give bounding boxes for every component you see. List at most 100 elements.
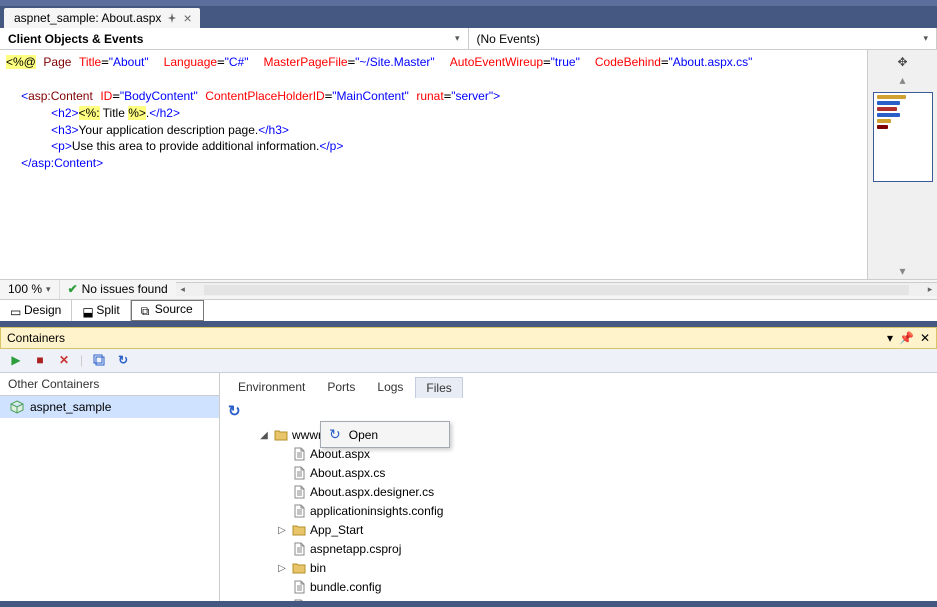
file-icon (292, 542, 306, 556)
e: <%: (79, 106, 100, 120)
view-tab-source[interactable]: ⧉Source (131, 300, 204, 321)
zoom-level[interactable]: 100 % ▾ (0, 280, 60, 299)
txt: Your application description page. (79, 123, 259, 137)
start-button[interactable]: ▶ (8, 352, 24, 368)
item-name: About.aspx.designer.cs (310, 485, 434, 499)
issues-text: No issues found (82, 282, 168, 296)
a: runat (416, 89, 443, 103)
tab-logs[interactable]: Logs (367, 377, 413, 398)
v: "true" (551, 55, 580, 69)
v: "server" (451, 89, 493, 103)
container-name: aspnet_sample (30, 400, 111, 414)
tab-ports[interactable]: Ports (317, 377, 365, 398)
containers-panel-body: Other Containers aspnet_sample Environme… (0, 373, 937, 602)
menu-item-open[interactable]: ↻ Open (321, 422, 449, 447)
file-icon (292, 580, 306, 594)
a: AutoEventWireup (450, 55, 543, 69)
chevron-down-icon: ▾ (923, 33, 928, 44)
design-icon: ▭ (10, 305, 20, 315)
window-bottom-border (0, 601, 937, 607)
events-dropdown[interactable]: (No Events) ▾ (469, 28, 937, 49)
pin-icon[interactable]: 📌 (899, 331, 914, 345)
code-editor[interactable]: <%@ Page Title="About" Language="C#" Mas… (0, 50, 867, 279)
dir-page: Page (43, 55, 71, 69)
t: </asp:Content> (21, 156, 103, 170)
file-icon (292, 485, 306, 499)
tab-files[interactable]: Files (415, 377, 462, 398)
txt: Use this area to provide additional info… (72, 139, 319, 153)
code-minimap[interactable] (873, 92, 933, 182)
document-tab-about[interactable]: aspnet_sample: About.aspx × (4, 8, 200, 28)
a: ContentPlaceHolderID (205, 89, 324, 103)
zoom-text: 100 % (8, 282, 42, 296)
t: <h2> (51, 106, 78, 120)
file-icon (292, 466, 306, 480)
chevron-down-icon: ▾ (46, 284, 51, 295)
refresh-files-button[interactable]: ↻ (228, 403, 241, 420)
close-icon[interactable]: ✕ (920, 331, 930, 345)
containers-panel-header[interactable]: Containers ▾ 📌 ✕ (0, 327, 937, 349)
v: "~/Site.Master" (355, 55, 435, 69)
stop-button[interactable]: ■ (32, 352, 48, 368)
item-name: About.aspx.cs (310, 466, 385, 480)
container-icon (10, 400, 24, 414)
expand-icon[interactable]: ▷ (276, 563, 288, 574)
context-menu: ↻ Open (320, 421, 450, 448)
tree-file[interactable]: aspnetapp.csproj (240, 540, 925, 559)
tab-environment[interactable]: Environment (228, 377, 315, 398)
menu-label: Open (349, 428, 378, 442)
issues-status[interactable]: ✔ No issues found (60, 280, 176, 299)
refresh-button[interactable]: ↻ (115, 352, 131, 368)
item-name: bin (310, 561, 326, 575)
tree-file[interactable]: applicationinsights.config (240, 502, 925, 521)
e: %> (128, 106, 146, 120)
folder-icon (292, 523, 306, 537)
expand-icon[interactable]: ▷ (276, 525, 288, 536)
dir-open: <%@ (6, 55, 36, 69)
client-objects-dropdown[interactable]: Client Objects & Events ▾ (0, 28, 469, 49)
pin-icon[interactable] (167, 13, 177, 23)
containers-toolbar: ▶ ■ ✕ | ↻ (0, 349, 937, 373)
tree-folder[interactable]: ▷ bin (240, 559, 925, 578)
editor-dropdowns: Client Objects & Events ▾ (No Events) ▾ (0, 28, 937, 50)
e: Title (100, 106, 129, 120)
container-detail-tabs: Environment Ports Logs Files (220, 373, 937, 398)
dropdown-label: Client Objects & Events (8, 32, 143, 46)
horizontal-scrollbar[interactable]: ◂▸ (176, 282, 937, 296)
editor-area: <%@ Page Title="About" Language="C#" Mas… (0, 50, 937, 279)
item-name: aspnetapp.csproj (310, 542, 401, 556)
collapse-icon[interactable]: ◢ (258, 430, 270, 441)
editor-right-gutter: ✥ ▴ ▾ (867, 50, 937, 279)
folder-open-icon (274, 428, 288, 442)
file-tree[interactable]: ◢ wwwroot About.aspxAbout.aspx.csAbout.a… (220, 424, 937, 602)
view-tab-design[interactable]: ▭Design (0, 300, 72, 321)
tree-file[interactable]: About.aspx.designer.cs (240, 483, 925, 502)
v: "MainContent" (332, 89, 409, 103)
tree-file[interactable]: About.aspx.cs (240, 464, 925, 483)
t: asp:Content (28, 89, 93, 103)
container-item-aspnet-sample[interactable]: aspnet_sample (0, 396, 219, 418)
copy-button[interactable] (91, 352, 107, 368)
t: <p> (51, 139, 72, 153)
item-name: bundle.config (310, 580, 381, 594)
a: CodeBehind (595, 55, 661, 69)
panel-title: Containers (7, 331, 65, 345)
t: </h3> (258, 123, 289, 137)
split-window-icon[interactable]: ✥ (872, 54, 934, 70)
a: ID (100, 89, 112, 103)
scroll-down-icon[interactable]: ▾ (872, 263, 934, 279)
window-position-icon[interactable]: ▾ (887, 331, 893, 345)
v: "BodyContent" (120, 89, 198, 103)
view-tab-split[interactable]: ⬓Split (72, 300, 130, 321)
close-icon[interactable]: × (183, 13, 191, 23)
file-icon (292, 447, 306, 461)
tree-file[interactable]: bundle.config (240, 578, 925, 597)
containers-main: Environment Ports Logs Files ↻ ◢ wwwroot… (220, 373, 937, 602)
split-icon: ⬓ (82, 305, 92, 315)
scroll-up-icon[interactable]: ▴ (872, 72, 934, 88)
delete-button[interactable]: ✕ (56, 352, 72, 368)
tree-folder[interactable]: ▷App_Start (240, 521, 925, 540)
folder-icon (292, 561, 306, 575)
t: </h2> (149, 106, 180, 120)
check-icon: ✔ (68, 282, 78, 296)
